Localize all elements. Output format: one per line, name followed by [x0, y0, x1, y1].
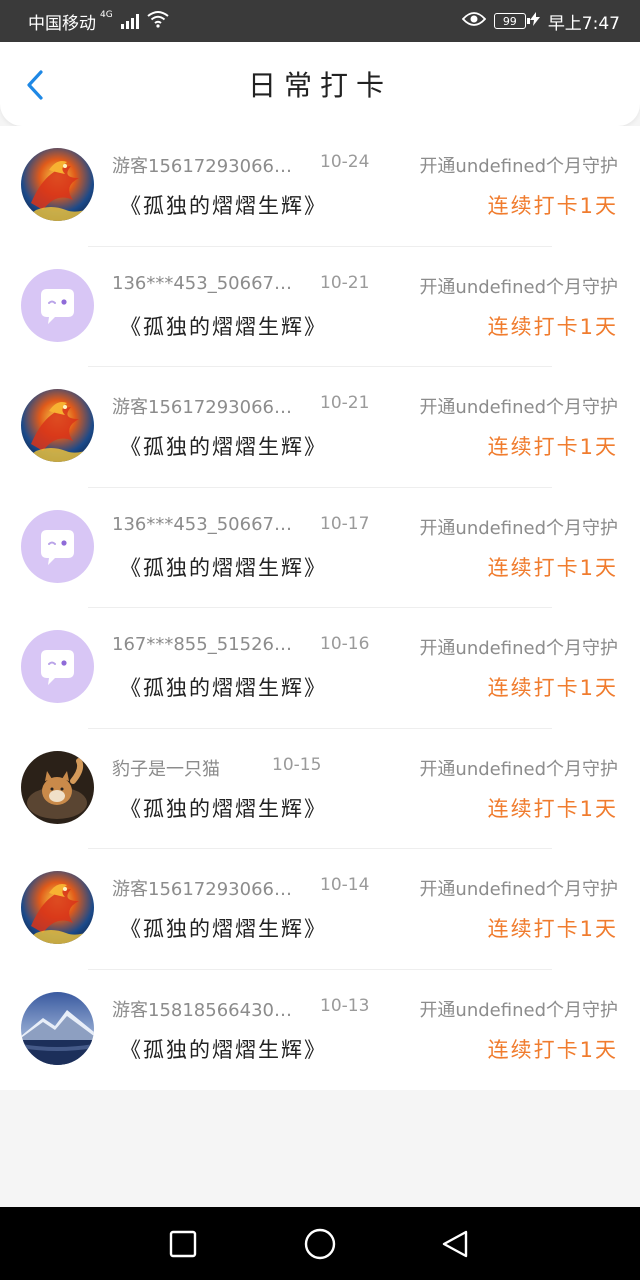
- checkin-date: 10-14: [320, 875, 370, 895]
- guard-status: 开通undefined个月守护: [419, 517, 618, 539]
- record-detail: 《孤独的熠熠生辉》 连续打卡1天: [120, 913, 618, 943]
- status-bar: 中国移动 4G 99 早上7:47: [0, 0, 640, 42]
- checkin-record[interactable]: 136***453_506672… 10-21 开通undefined个月守护 …: [0, 247, 640, 368]
- streak-label: 连续打卡1天: [487, 917, 618, 941]
- streak-label: 连续打卡1天: [487, 435, 618, 459]
- record-detail: 《孤独的熠熠生辉》 连续打卡1天: [120, 552, 618, 582]
- user-name[interactable]: 游客15617293066…: [112, 393, 292, 419]
- guard-status: 开通undefined个月守护: [419, 397, 618, 418]
- status-left: 中国移动 4G: [28, 9, 169, 34]
- guard-status: 开通undefined个月守护: [419, 276, 618, 298]
- record-meta: 游客15617293066… 10-21 开通undefined个月守护: [112, 393, 618, 419]
- user-avatar[interactable]: [21, 750, 94, 824]
- charging-icon: [529, 12, 540, 30]
- streak-label: 连续打卡1天: [487, 555, 618, 580]
- guard-status: 开通undefined个月守护: [419, 999, 618, 1021]
- record-detail: 《孤独的熠熠生辉》 连续打卡1天: [120, 190, 618, 220]
- book-title[interactable]: 《孤独的熠熠生辉》: [120, 672, 327, 702]
- user-avatar[interactable]: [21, 509, 94, 583]
- book-title[interactable]: 《孤独的熠熠生辉》: [120, 190, 327, 220]
- user-name[interactable]: 游客15818566430…: [112, 996, 292, 1022]
- back-button[interactable]: [22, 70, 48, 104]
- record-detail: 《孤独的熠熠生辉》 连续打卡1天: [120, 311, 618, 341]
- recent-apps-button[interactable]: [168, 1229, 198, 1259]
- guard-status: 开通undefined个月守护: [419, 638, 618, 659]
- streak-label: 连续打卡1天: [487, 1037, 618, 1062]
- book-title[interactable]: 《孤独的熠熠生辉》: [120, 552, 327, 582]
- home-button[interactable]: [303, 1227, 337, 1261]
- book-title[interactable]: 《孤独的熠熠生辉》: [120, 311, 327, 341]
- checkin-date: 10-16: [320, 634, 370, 654]
- user-avatar[interactable]: [21, 991, 94, 1065]
- record-meta: 游客15617293066… 10-14 开通undefined个月守护: [112, 875, 618, 901]
- battery-icon: 99: [493, 13, 530, 29]
- system-nav-bar: [0, 1207, 640, 1280]
- chevron-left-icon: [26, 70, 44, 104]
- page-title: 日常打卡: [247, 69, 392, 102]
- user-name[interactable]: 游客15617293066…: [112, 152, 292, 178]
- user-avatar[interactable]: [21, 148, 94, 221]
- streak-label: 连续打卡1天: [487, 676, 618, 700]
- checkin-date: 10-17: [320, 513, 370, 534]
- battery-level: 99: [502, 14, 517, 28]
- checkin-record[interactable]: 游客15818566430… 10-13 开通undefined个月守护 《孤独…: [0, 970, 640, 1091]
- streak-label: 连续打卡1天: [487, 194, 618, 218]
- user-avatar[interactable]: [21, 268, 94, 342]
- checkin-record[interactable]: 游客15617293066… 10-21 开通undefined个月守护 《孤独…: [0, 367, 640, 488]
- book-title[interactable]: 《孤独的熠熠生辉》: [120, 1034, 327, 1064]
- record-detail: 《孤独的熠熠生辉》 连续打卡1天: [120, 431, 618, 461]
- record-meta: 游客15617293066… 10-24 开通undefined个月守护: [112, 152, 618, 178]
- checkin-record[interactable]: 游客15617293066… 10-24 开通undefined个月守护 《孤独…: [0, 126, 640, 247]
- wifi-icon: [147, 10, 169, 33]
- checkin-record[interactable]: 游客15617293066… 10-14 开通undefined个月守护 《孤独…: [0, 849, 640, 970]
- guard-status: 开通undefined个月守护: [419, 758, 618, 780]
- record-detail: 《孤独的熠熠生辉》 连续打卡1天: [120, 793, 618, 823]
- guard-status: 开通undefined个月守护: [419, 156, 618, 177]
- user-name[interactable]: 游客15617293066…: [112, 875, 292, 901]
- network-type: 4G: [100, 10, 113, 20]
- checkin-date: 10-15: [272, 754, 322, 775]
- checkin-record[interactable]: 167***855_515264… 10-16 开通undefined个月守护 …: [0, 608, 640, 729]
- guard-status: 开通undefined个月守护: [419, 879, 618, 900]
- carrier-label: 中国移动: [28, 13, 96, 34]
- user-avatar[interactable]: [21, 389, 94, 462]
- checkin-date: 10-13: [320, 995, 370, 1016]
- triangle-back-icon: [440, 1229, 470, 1259]
- checkin-list: 游客15617293066… 10-24 开通undefined个月守护 《孤独…: [0, 126, 640, 1090]
- record-meta: 136***453_506672… 10-17 开通undefined个月守护: [112, 514, 618, 540]
- user-name[interactable]: 136***453_506672…: [112, 514, 302, 535]
- book-title[interactable]: 《孤独的熠熠生辉》: [120, 431, 327, 461]
- circle-icon: [303, 1227, 337, 1261]
- record-meta: 豹子是一只猫 10-15 开通undefined个月守护: [112, 755, 618, 781]
- record-detail: 《孤独的熠熠生辉》 连续打卡1天: [120, 672, 618, 702]
- record-meta: 136***453_506672… 10-21 开通undefined个月守护: [112, 273, 618, 299]
- user-avatar[interactable]: [21, 630, 94, 703]
- user-name[interactable]: 167***855_515264…: [112, 634, 302, 655]
- checkin-date: 10-21: [320, 272, 370, 293]
- nav-back-button[interactable]: [440, 1229, 470, 1259]
- signal-icon: [120, 13, 139, 29]
- eye-icon: [461, 11, 487, 32]
- record-meta: 游客15818566430… 10-13 开通undefined个月守护: [112, 996, 618, 1022]
- streak-label: 连续打卡1天: [487, 796, 618, 821]
- checkin-record[interactable]: 136***453_506672… 10-17 开通undefined个月守护 …: [0, 488, 640, 609]
- book-title[interactable]: 《孤独的熠熠生辉》: [120, 913, 327, 943]
- user-avatar[interactable]: [21, 871, 94, 944]
- user-name[interactable]: 136***453_506672…: [112, 273, 302, 294]
- header: 日常打卡: [0, 42, 640, 126]
- user-name[interactable]: 豹子是一只猫: [112, 755, 220, 781]
- status-right: 99 早上7:47: [461, 9, 620, 34]
- checkin-date: 10-24: [320, 152, 370, 172]
- checkin-record[interactable]: 豹子是一只猫 10-15 开通undefined个月守护 《孤独的熠熠生辉》 连…: [0, 729, 640, 850]
- square-icon: [168, 1229, 198, 1259]
- streak-label: 连续打卡1天: [487, 314, 618, 339]
- book-title[interactable]: 《孤独的熠熠生辉》: [120, 793, 327, 823]
- checkin-date: 10-21: [320, 393, 370, 413]
- record-meta: 167***855_515264… 10-16 开通undefined个月守护: [112, 634, 618, 660]
- record-detail: 《孤独的熠熠生辉》 连续打卡1天: [120, 1034, 618, 1064]
- clock: 早上7:47: [547, 13, 620, 34]
